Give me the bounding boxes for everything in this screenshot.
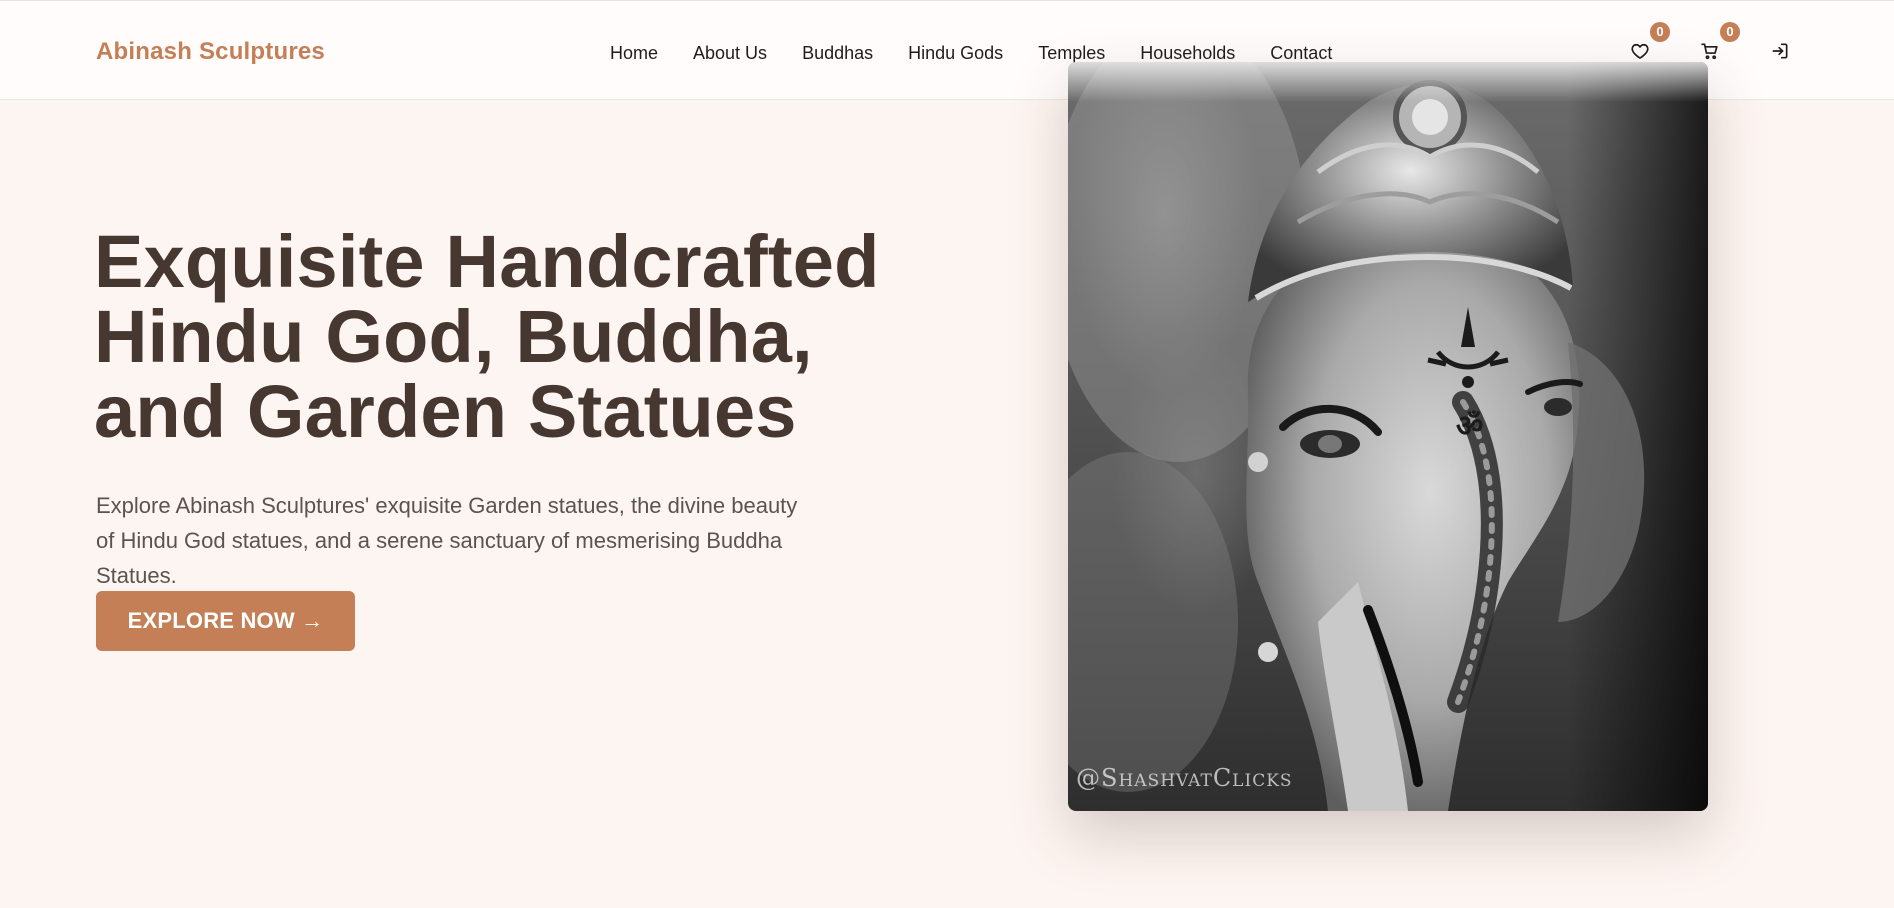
hero-title-line: Hindu God, Buddha, [94, 295, 813, 378]
svg-text:ॐ: ॐ [1456, 409, 1483, 444]
login-button[interactable] [1768, 39, 1792, 63]
brand-logo[interactable]: Abinash Sculptures [96, 37, 325, 67]
nav-about-us[interactable]: About Us [693, 41, 767, 65]
wishlist-count-badge: 0 [1650, 22, 1670, 42]
explore-now-button[interactable]: EXPLORE NOW → [96, 591, 355, 651]
heart-icon [1631, 43, 1649, 59]
nav-home[interactable]: Home [610, 41, 658, 65]
hero-title: Exquisite Handcrafted Hindu God, Buddha,… [94, 224, 924, 449]
image-top-fade [1068, 62, 1708, 102]
cart-icon [1701, 43, 1718, 60]
wishlist-button[interactable] [1628, 39, 1652, 63]
hero-title-line: and Garden Statues [94, 370, 797, 453]
cart-button[interactable] [1698, 39, 1722, 63]
ganesha-illustration: ॐ [1068, 62, 1708, 811]
login-icon [1772, 43, 1788, 59]
photo-watermark: @ShashvatClicks [1076, 764, 1293, 792]
hero-description: Explore Abinash Sculptures' exquisite Ga… [96, 493, 798, 588]
cart-count-badge: 0 [1720, 22, 1740, 42]
ganesha-statue-image: ॐ @ShashvatClicks [1068, 62, 1708, 811]
nav-buddhas[interactable]: Buddhas [802, 41, 873, 65]
hero-title-line: Exquisite Handcrafted [94, 220, 880, 303]
nav-hindu-gods[interactable]: Hindu Gods [908, 41, 1003, 65]
